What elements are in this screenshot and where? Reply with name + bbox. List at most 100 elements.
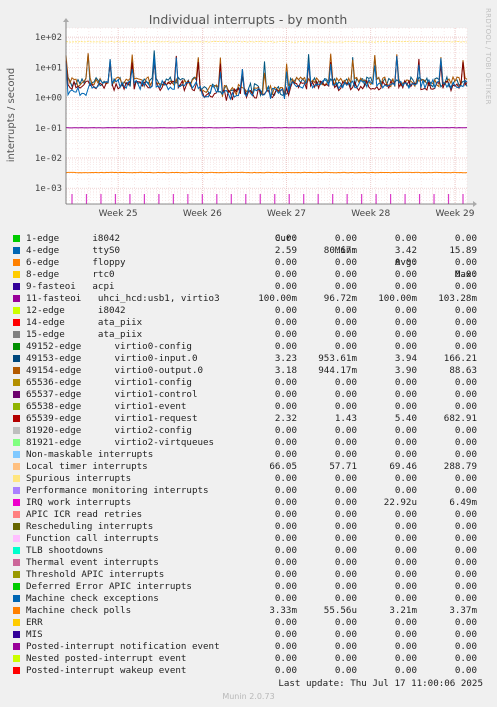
legend-swatch	[13, 283, 20, 290]
last-update: Last update: Thu Jul 17 11:00:06 2025	[278, 678, 483, 689]
legend-max-value: 0.00	[454, 377, 477, 388]
legend-max-value: 15.89	[449, 245, 477, 256]
legend-row: Thermal event interrupts 0.00 0.00 0.00 0.00	[0, 557, 497, 569]
legend-label: 49154-edge virtio0-output.0	[26, 365, 204, 376]
legend-swatch	[13, 391, 20, 398]
legend-max-value: 0.00	[454, 641, 477, 652]
legend-max-value: 288.79	[443, 461, 477, 472]
x-tick-label: Week 25	[99, 209, 138, 219]
legend-row: Nested posted-interrupt event 0.00 0.00 0.0…	[0, 653, 497, 665]
legend-row: 9-fasteoi acpi 0.00 0.00 0.00 0.00	[0, 281, 497, 293]
legend-row: Posted-interrupt wakeup event 0.00 0.00 0.0…	[0, 665, 497, 677]
legend-label: Threshold APIC interrupts	[26, 569, 165, 580]
legend-max-value: 0.00	[454, 341, 477, 352]
legend-swatch	[13, 595, 20, 602]
legend-swatch	[13, 511, 20, 518]
legend-row: 81921-edge virtio2-virtqueues 0.00 0.00 0.0…	[0, 437, 497, 449]
legend-label: Posted-interrupt wakeup event	[26, 665, 187, 676]
legend-swatch	[13, 295, 20, 302]
legend-row: 49154-edge virtio0-output.0 3.18 944.17m 3.…	[0, 365, 497, 377]
legend-swatch	[13, 655, 20, 662]
legend-row: Rescheduling interrupts 0.00 0.00 0.00 0.00	[0, 521, 497, 533]
legend-label: ERR	[26, 617, 43, 628]
legend-swatch	[13, 379, 20, 386]
x-tick-label: Week 27	[267, 209, 306, 219]
legend-max-value: 0.00	[454, 593, 477, 604]
legend-swatch	[13, 235, 20, 242]
legend-label: 1-edge i8042	[26, 233, 121, 244]
legend-swatch	[13, 247, 20, 254]
legend-label: 49153-edge virtio0-input.0	[26, 353, 198, 364]
legend-swatch	[13, 571, 20, 578]
y-tick-label: 1e-03	[35, 184, 62, 194]
legend-row: Deferred Error APIC interrupts 0.00 0.00 0.…	[0, 581, 497, 593]
legend-label: Rescheduling interrupts	[26, 521, 154, 532]
legend-max-value: 0.00	[454, 389, 477, 400]
x-tick-label: Week 28	[351, 209, 390, 219]
legend-max-value: 0.00	[454, 665, 477, 676]
legend-label: Posted-interrupt notification event	[26, 641, 220, 652]
legend-swatch	[13, 355, 20, 362]
legend-rows: 1-edge i8042 0.00 0.00 0.00 0.00 4-edge ttyS0…	[0, 233, 497, 677]
legend-row: 81920-edge virtio2-config 0.00 0.00 0.00 0.0…	[0, 425, 497, 437]
legend-row: Machine check polls 3.33m 55.56u 3.21m 3.37m	[0, 605, 497, 617]
legend-max-value: 0.00	[454, 557, 477, 568]
legend-header: Cur: Min: Avg: Max:	[0, 221, 497, 280]
legend-row: MIS 0.00 0.00 0.00 0.00	[0, 629, 497, 641]
legend-max-value: 0.00	[454, 569, 477, 580]
legend-max-value: 0.00	[454, 281, 477, 292]
legend-max-value: 0.00	[454, 617, 477, 628]
chart-svg: Individual interrupts - by month interru…	[6, 12, 477, 219]
legend-max-value: 3.37m	[449, 605, 477, 616]
legend-label: 9-fasteoi acpi	[26, 281, 115, 292]
legend-max-value: 0.00	[454, 485, 477, 496]
legend-swatch	[13, 535, 20, 542]
legend-label: 65536-edge virtio1-config	[26, 377, 192, 388]
legend-label: Function call interrupts	[26, 533, 159, 544]
legend-swatch	[13, 583, 20, 590]
legend-max-value: 0.00	[454, 521, 477, 532]
legend-label: MIS	[26, 629, 43, 640]
legend-max-value: 0.00	[454, 317, 477, 328]
legend-swatch	[13, 463, 20, 470]
legend-swatch	[13, 499, 20, 506]
legend-swatch	[13, 259, 20, 266]
legend-label: 81920-edge virtio2-config	[26, 425, 192, 436]
legend-max-value: 0.00	[454, 305, 477, 316]
y-axis-label: interrupts / second	[6, 68, 17, 162]
legend-row: 11-fasteoi uhci_hcd:usb1, virtio3 100.00m…	[0, 293, 497, 305]
legend-row: TLB shootdowns 0.00 0.00 0.00 0.00	[0, 545, 497, 557]
legend-label: TLB shootdowns	[26, 545, 104, 556]
legend-row: 15-edge ata_piix 0.00 0.00 0.00 0.00	[0, 329, 497, 341]
legend-label: 6-edge floppy	[26, 257, 126, 268]
legend-row: 14-edge ata_piix 0.00 0.00 0.00 0.00	[0, 317, 497, 329]
legend-label: 65538-edge virtio1-event	[26, 401, 187, 412]
legend-max-value: 682.91	[443, 413, 477, 424]
legend-max-value: 0.00	[454, 629, 477, 640]
legend-swatch	[13, 607, 20, 614]
legend-max-value: 0.00	[454, 533, 477, 544]
legend-swatch	[13, 331, 20, 338]
legend-swatch	[13, 523, 20, 530]
legend-label: 49152-edge virtio0-config	[26, 341, 192, 352]
y-tick-label: 1e+01	[35, 63, 62, 73]
legend-row: Non-maskable interrupts 0.00 0.00 0.00 0.00	[0, 449, 497, 461]
legend-swatch	[13, 487, 20, 494]
legend-row: 49152-edge virtio0-config 0.00 0.00 0.00 0.0…	[0, 341, 497, 353]
rrdtool-credit: RRDTOOL / TOBI OETIKER	[484, 8, 492, 105]
plot-area	[66, 28, 467, 204]
legend-label: Machine check polls	[26, 605, 132, 616]
legend-swatch	[13, 559, 20, 566]
legend-row: 65539-edge virtio1-request 2.32 1.43 5.40 68…	[0, 413, 497, 425]
legend-max-value: 0.00	[454, 437, 477, 448]
legend-label: Performance monitoring interrupts	[26, 485, 209, 496]
legend-label: Thermal event interrupts	[26, 557, 159, 568]
legend-max-value: 0.00	[454, 449, 477, 460]
legend-row: ERR 0.00 0.00 0.00 0.00	[0, 617, 497, 629]
legend-row: IRQ work interrupts 0.00 0.00 22.92u 6.49m	[0, 497, 497, 509]
legend-swatch	[13, 319, 20, 326]
legend-label: 4-edge ttyS0	[26, 245, 121, 256]
legend-row: Machine check exceptions 0.00 0.00 0.00 0.00	[0, 593, 497, 605]
x-axis-arrow	[473, 201, 477, 207]
legend-swatch	[13, 619, 20, 626]
